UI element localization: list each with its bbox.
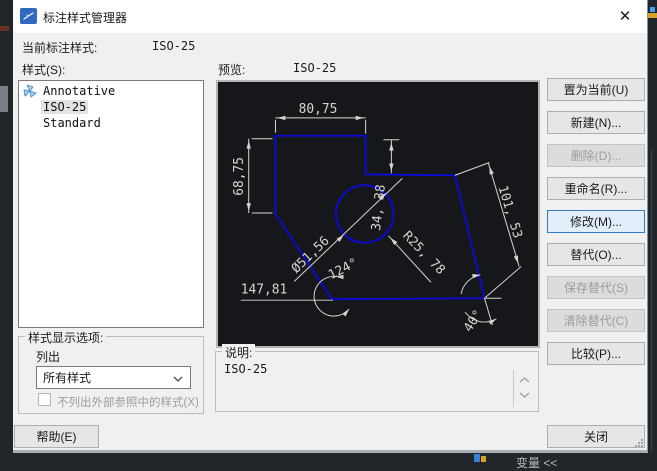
description-label: 说明: <box>222 344 255 361</box>
xref-checkbox <box>38 393 51 406</box>
bg-left-red-mark <box>0 26 9 31</box>
dialog-title: 标注样式管理器 <box>43 9 127 26</box>
bg-left-gray-mark <box>0 86 8 112</box>
description-group: 说明: ISO-25 <box>215 351 539 412</box>
description-text: ISO-25 <box>224 362 267 376</box>
options-group: 样式显示选项: 列出 所有样式 不列出外部参照中的样式(X) <box>18 336 204 414</box>
app-background: { "dialog": { "title": "标注样式管理器", "close… <box>0 0 657 462</box>
clear-override-button: 清除替代(C) <box>547 309 645 332</box>
preview-drawing: 80,75 68,75 34, 38 Ø51,56 R25, 78 101, 5… <box>218 82 538 346</box>
list-item-label: Standard <box>43 116 101 130</box>
chevron-up-icon <box>519 377 530 383</box>
dropdown-value: 所有样式 <box>43 369 91 386</box>
close-icon: ✕ <box>619 7 632 25</box>
compare-button[interactable]: 比较(P)... <box>547 342 645 365</box>
current-style-value: ISO-25 <box>152 39 195 53</box>
delete-button: 删除(D)... <box>547 144 645 167</box>
set-current-button[interactable]: 置为当前(U) <box>547 78 645 101</box>
bg-right-ruler-icon <box>648 13 657 18</box>
app-icon <box>20 8 37 24</box>
rename-button[interactable]: 重命名(R)... <box>547 177 645 200</box>
annotative-icon <box>23 84 37 98</box>
override-button[interactable]: 替代(O)... <box>547 243 645 266</box>
dim-top: 80,75 <box>299 102 338 117</box>
bg-right-blue-icon <box>650 7 655 12</box>
statusbar-text: 变量 << <box>516 454 557 471</box>
xref-checkbox-label: 不列出外部参照中的样式(X) <box>57 394 199 410</box>
close-button[interactable]: ✕ <box>605 0 645 32</box>
chevron-down-icon <box>173 376 183 382</box>
list-item-standard[interactable]: Standard <box>19 115 203 131</box>
preview-style-value: ISO-25 <box>293 61 336 75</box>
dim-step: 34, 38 <box>369 184 389 232</box>
help-button[interactable]: 帮助(E) <box>14 425 99 448</box>
dim-left: 68,75 <box>232 157 247 196</box>
dim-angle-right: 40° <box>461 307 486 335</box>
bg-status-icon-yellow <box>481 456 486 462</box>
title-bar[interactable]: 标注样式管理器 ✕ <box>13 0 647 33</box>
styles-filter-dropdown[interactable]: 所有样式 <box>36 366 191 389</box>
close-dialog-button[interactable]: 关闭 <box>547 425 645 448</box>
style-list[interactable]: Annotative ISO-25 Standard <box>18 80 204 328</box>
dimension-style-manager-dialog: 标注样式管理器 ✕ 当前标注样式: ISO-25 样式(S): 预览: ISO-… <box>13 0 648 453</box>
scroll-down-button[interactable] <box>517 389 531 401</box>
new-button[interactable]: 新建(N)... <box>547 111 645 134</box>
list-item-label: Annotative <box>43 84 115 98</box>
save-override-button: 保存替代(S) <box>547 276 645 299</box>
chevron-down-icon <box>519 392 530 398</box>
modify-button[interactable]: 修改(M)... <box>547 210 645 233</box>
bg-status-icon-blue <box>474 454 480 462</box>
bg-right-panel-edge <box>651 150 652 452</box>
list-item-annotative[interactable]: Annotative <box>19 83 203 99</box>
options-group-label: 样式显示选项: <box>25 329 106 346</box>
current-style-label: 当前标注样式: <box>22 39 97 56</box>
dim-radius: R25, 78 <box>399 228 447 277</box>
preview-canvas: 80,75 68,75 34, 38 Ø51,56 R25, 78 101, 5… <box>216 80 540 348</box>
list-label: 列出 <box>36 348 60 365</box>
styles-label: 样式(S): <box>22 61 65 78</box>
description-scroll-separator <box>513 370 514 407</box>
dim-aligned: 101, 53 <box>495 184 525 240</box>
resize-grip[interactable] <box>634 438 644 448</box>
dim-linear-bottom: 147,81 <box>241 282 287 297</box>
preview-label: 预览: <box>218 61 245 78</box>
scroll-up-button[interactable] <box>517 374 531 386</box>
list-item-label-selected: ISO-25 <box>41 100 88 114</box>
list-item-iso25[interactable]: ISO-25 <box>19 99 203 115</box>
